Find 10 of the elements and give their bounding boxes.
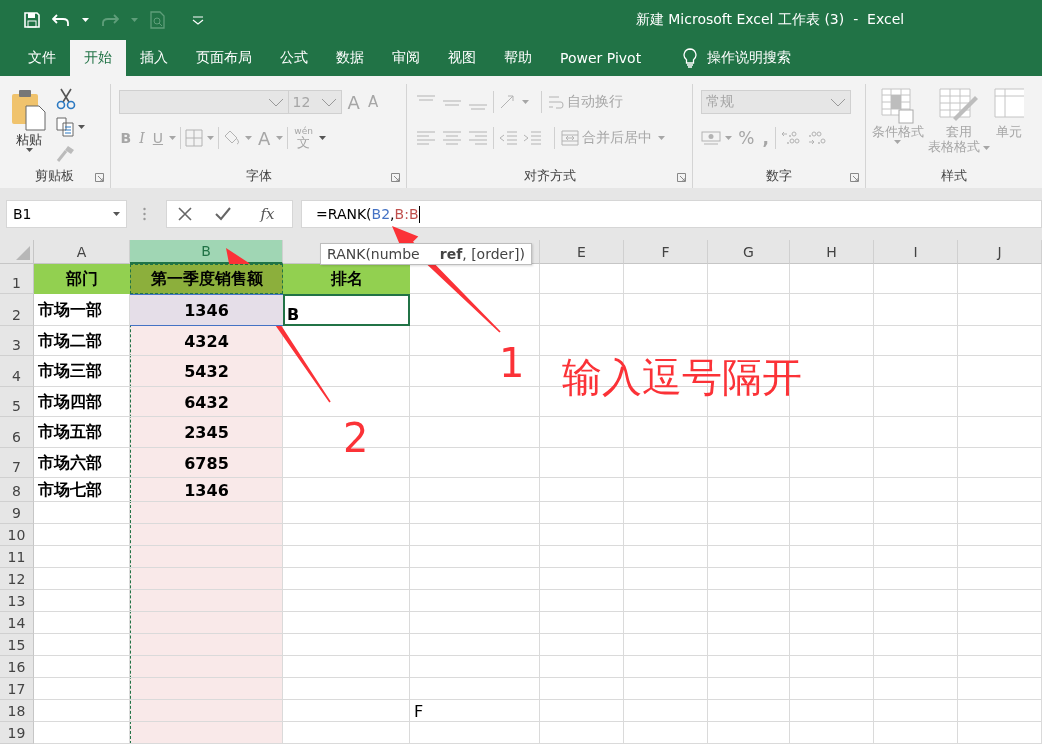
group-label: 样式 [940,167,967,185]
step-number: 1 [499,343,525,383]
annotation-text: 输入逗号隔开 [562,357,802,397]
group-label: 剪贴板 [35,167,75,185]
group-label: 对齐方式 [523,167,576,185]
function-tooltip: RANK(numbe ref, [order]) [320,243,532,265]
group-label: 数字 [766,167,792,185]
step-number: 2 [343,418,369,458]
group-label: 字体 [245,167,272,185]
window-title: 新建 Microsoft Excel 工作表 (3) - Excel [634,11,906,29]
